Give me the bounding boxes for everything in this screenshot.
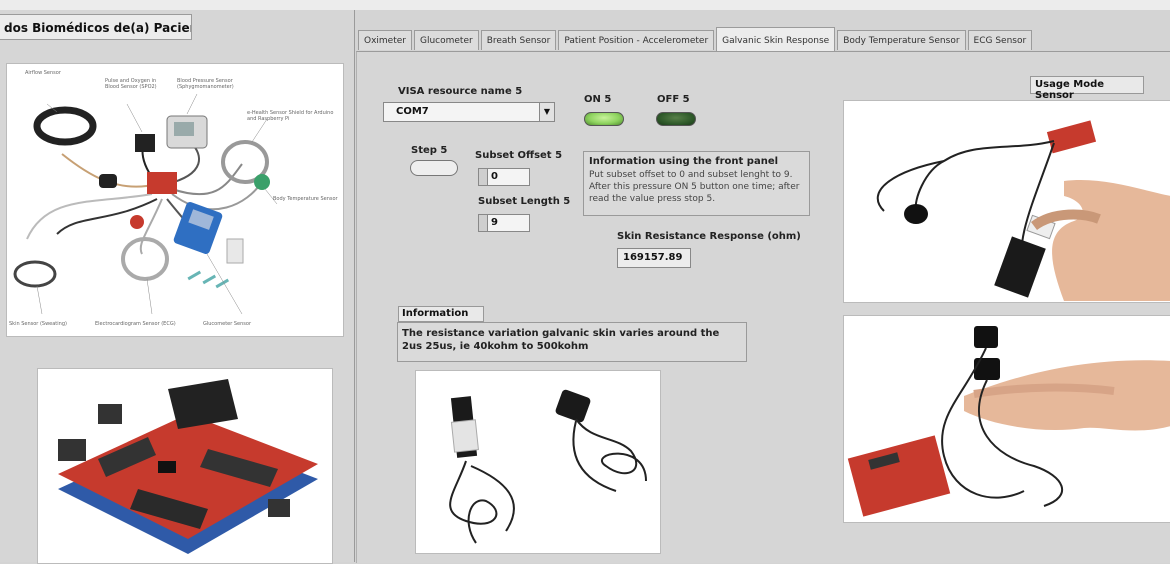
tab-galvanic-skin-response[interactable]: Galvanic Skin Response — [716, 27, 836, 51]
diagram-label-ecg: Electrocardiogram Sensor (ECG) — [95, 321, 176, 327]
subset-offset-value: 0 — [491, 171, 498, 182]
tab-body-temperature[interactable]: Body Temperature Sensor — [837, 30, 966, 50]
front-panel-info-title: Information using the front panel — [589, 156, 779, 167]
subset-length-stepper[interactable] — [479, 215, 488, 231]
diagram-label-temperature: Body Temperature Sensor — [273, 196, 338, 202]
subset-offset-stepper[interactable] — [479, 169, 488, 185]
diagram-label-skin: Skin Sensor (Sweating) — [9, 321, 67, 327]
subset-length-input[interactable]: 9 — [478, 214, 530, 232]
shield-board-illustration — [58, 379, 318, 554]
skin-resistance-label: Skin Resistance Response (ohm) — [617, 231, 801, 242]
on-button[interactable] — [584, 112, 624, 126]
off-button[interactable] — [656, 112, 696, 126]
tab-oximeter[interactable]: Oximeter — [358, 30, 412, 50]
front-panel-info-box: Information using the front panel Put su… — [583, 151, 810, 216]
visa-resource-label: VISA resource name 5 — [398, 86, 523, 97]
tab-glucometer[interactable]: Glucometer — [413, 30, 479, 50]
usage-mode-label: Usage Mode Sensor — [1030, 76, 1144, 101]
tab-ecg-sensor[interactable]: ECG Sensor — [967, 30, 1033, 50]
visa-resource-value: COM7 — [396, 106, 429, 117]
chevron-down-icon[interactable]: ▼ — [539, 103, 554, 121]
usage-hand-illustration — [847, 326, 1170, 517]
skin-resistance-value: 169157.89 — [623, 252, 683, 263]
visa-resource-select[interactable]: COM7 ▼ — [383, 102, 555, 122]
usage-photo-hand — [843, 315, 1170, 523]
sensor-tab-bar: Oximeter Glucometer Breath Sensor Patien… — [358, 27, 1034, 52]
tab-patient-position[interactable]: Patient Position - Accelerometer — [558, 30, 715, 50]
skin-resistance-display: 169157.89 — [617, 248, 691, 268]
subset-length-label: Subset Length 5 — [478, 196, 571, 207]
off-label: OFF 5 — [657, 94, 690, 105]
usage-finger-clip-illustration — [876, 120, 1170, 301]
diagram-label-blood-pressure: Blood Pressure Sensor (Sphygmomanometer) — [177, 78, 234, 90]
usage-photo-finger-clip — [843, 100, 1170, 303]
information-text: The resistance variation galvanic skin v… — [397, 322, 747, 362]
gsr-sensor-photo — [415, 370, 661, 554]
step-label: Step 5 — [411, 145, 448, 156]
shield-board-photo — [37, 368, 333, 564]
gsr-electrodes-illustration — [449, 389, 647, 544]
front-panel-info-text: Put subset offset to 0 and subset lenght… — [589, 170, 800, 204]
step-button[interactable] — [410, 160, 458, 176]
window-top-strip — [0, 0, 1170, 10]
ehealth-kit-diagram: Airflow Sensor Pulse and Oxygen in Blood… — [6, 63, 344, 337]
diagram-label-glucometer: Glucometer Sensor — [203, 321, 252, 327]
left-panel-tab[interactable]: dos Biomédicos de(a) Paciente — [0, 14, 192, 40]
diagram-label-airflow: Airflow Sensor — [25, 70, 61, 76]
subset-length-value: 9 — [491, 217, 498, 228]
diagram-label-shield: e-Health Sensor Shield for Arduino and R… — [247, 110, 334, 122]
subset-offset-input[interactable]: 0 — [478, 168, 530, 186]
on-label: ON 5 — [584, 94, 612, 105]
subset-offset-label: Subset Offset 5 — [475, 150, 563, 161]
tab-breath-sensor[interactable]: Breath Sensor — [480, 30, 557, 50]
information-label: Information — [398, 306, 484, 322]
diagram-label-spo2: Pulse and Oxygen in Blood Sensor (SPO2) — [105, 78, 157, 90]
